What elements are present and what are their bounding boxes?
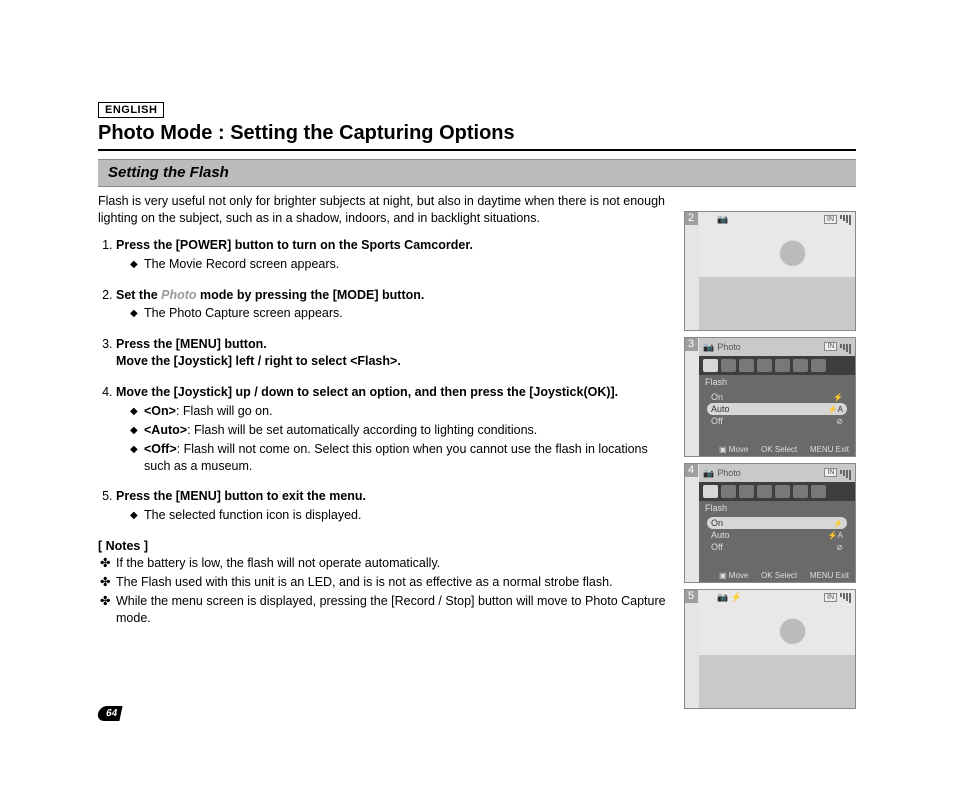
note-2: The Flash used with this unit is an LED,… xyxy=(98,574,674,591)
camera-icon: 📷 xyxy=(717,214,728,225)
section-heading: Setting the Flash xyxy=(98,159,856,187)
figure-4: 4 📷PhotoIN Flash On⚡ Auto⚡A Off⊘ ▣ Move … xyxy=(684,463,856,583)
step-4-off: <Off>: Flash will not come on. Select th… xyxy=(130,441,674,475)
opt-off-3: Off⊘ xyxy=(707,415,847,427)
select-hint: OK Select xyxy=(761,571,797,580)
select-hint: OK Select xyxy=(761,445,797,454)
step-4-on: <On>: Flash will go on. xyxy=(130,403,674,420)
in-indicator: IN xyxy=(824,215,837,224)
page-title: Photo Mode : Setting the Capturing Optio… xyxy=(98,122,856,151)
camera-icon: 📷 xyxy=(703,342,714,353)
step-5-sub: The selected function icon is displayed. xyxy=(130,507,674,524)
menu-label-4: Flash xyxy=(699,501,855,515)
step-5: Press the [MENU] button to exit the menu… xyxy=(116,488,674,524)
flash-on-icon: ⚡ xyxy=(731,592,742,602)
step-2-sub: The Photo Capture screen appears. xyxy=(130,305,674,322)
in-indicator: IN xyxy=(824,593,837,602)
figure-5-number: 5 xyxy=(684,589,698,603)
camera-icon: 📷 xyxy=(717,592,728,602)
figure-5: 5 📷 ⚡ IN xyxy=(684,589,856,709)
camera-icon: 📷 xyxy=(703,468,714,479)
menu-label-3: Flash xyxy=(699,375,855,389)
flash-tab-icon xyxy=(703,359,718,372)
notes-heading: [ Notes ] xyxy=(98,538,674,555)
opt-on-4: On⚡ xyxy=(707,517,847,529)
battery-icon xyxy=(840,593,851,603)
note-3: While the menu screen is displayed, pres… xyxy=(98,593,674,627)
section-heading-text: Setting the Flash xyxy=(108,164,229,181)
move-hint: ▣ Move xyxy=(719,571,748,580)
menu-header-3: Photo xyxy=(717,342,741,352)
body-text: Flash is very useful not only for bright… xyxy=(98,193,674,709)
exit-hint: MENU Exit xyxy=(810,445,849,454)
exit-hint: MENU Exit xyxy=(810,571,849,580)
step-2: Set the Photo mode by pressing the [MODE… xyxy=(116,287,674,323)
step-1-sub: The Movie Record screen appears. xyxy=(130,256,674,273)
figure-2: 2 📷 IN xyxy=(684,211,856,331)
figure-column: 2 📷 IN 3 📷PhotoIN Flash On⚡ Auto⚡A xyxy=(684,211,856,709)
step-5-head: Press the [MENU] button to exit the menu… xyxy=(116,489,366,503)
battery-icon xyxy=(840,470,851,480)
move-hint: ▣ Move xyxy=(719,445,748,454)
opt-on-3: On⚡ xyxy=(707,391,847,403)
opt-auto-4: Auto⚡A xyxy=(707,529,847,541)
step-4-head: Move the [Joystick] up / down to select … xyxy=(116,385,618,399)
step-3: Press the [MENU] button. Move the [Joyst… xyxy=(116,336,674,370)
menu-header-4: Photo xyxy=(717,468,741,478)
step-4: Move the [Joystick] up / down to select … xyxy=(116,384,674,474)
step-1-head: Press the [POWER] button to turn on the … xyxy=(116,238,473,252)
step-3-line2: Move the [Joystick] left / right to sele… xyxy=(116,353,674,370)
battery-icon xyxy=(840,344,851,354)
step-4-auto: <Auto>: Flash will be set automatically … xyxy=(130,422,674,439)
figure-3: 3 📷PhotoIN Flash On⚡ Auto⚡A Off⊘ ▣ Move … xyxy=(684,337,856,457)
opt-off-4: Off⊘ xyxy=(707,541,847,553)
step-3-line1: Press the [MENU] button. xyxy=(116,336,674,353)
intro-paragraph: Flash is very useful not only for bright… xyxy=(98,193,674,227)
step-2-head: Set the Photo mode by pressing the [MODE… xyxy=(116,288,424,302)
figure-3-number: 3 xyxy=(684,337,698,351)
step-1: Press the [POWER] button to turn on the … xyxy=(116,237,674,273)
opt-auto-3: Auto⚡A xyxy=(707,403,847,415)
note-1: If the battery is low, the flash will no… xyxy=(98,555,674,572)
language-tag: ENGLISH xyxy=(98,102,164,118)
figure-2-number: 2 xyxy=(684,211,698,225)
battery-icon xyxy=(840,215,851,225)
figure-4-number: 4 xyxy=(684,463,698,477)
page-number: 64 xyxy=(96,706,122,721)
